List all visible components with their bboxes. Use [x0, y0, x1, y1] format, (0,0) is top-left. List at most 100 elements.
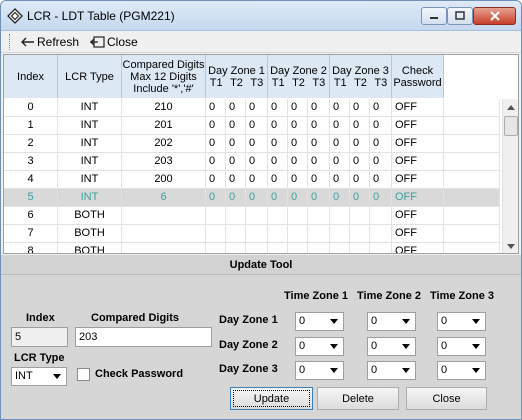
table-row[interactable]: 7 BOTH OFF — [4, 225, 500, 243]
toolbar-close-button[interactable]: Close — [89, 34, 138, 50]
cell-zone-value[interactable]: 0 — [206, 153, 226, 171]
cell-zone-value[interactable] — [288, 225, 308, 243]
cell-zone-value[interactable]: 0 — [246, 99, 268, 117]
cell-empty[interactable] — [444, 117, 500, 135]
cell-zone-value[interactable]: 0 — [268, 189, 288, 207]
cell-zone-value[interactable]: 0 — [246, 153, 268, 171]
cell-empty[interactable] — [444, 135, 500, 153]
cell-zone-value[interactable]: 0 — [330, 189, 350, 207]
cell-index[interactable]: 0 — [4, 99, 58, 117]
cell-zone-value[interactable]: 0 — [330, 135, 350, 153]
cell-zone-value[interactable] — [246, 225, 268, 243]
cell-zone-value[interactable]: 0 — [268, 135, 288, 153]
cell-lcr-type[interactable]: INT — [58, 153, 122, 171]
table-row[interactable]: 3 INT 203 0 0 0 0 0 0 0 0 0 OFF — [4, 153, 500, 171]
cell-zone-value[interactable]: 0 — [308, 117, 330, 135]
cell-index[interactable]: 4 — [4, 171, 58, 189]
cell-zone-value[interactable]: 0 — [288, 99, 308, 117]
cell-check-password[interactable]: OFF — [392, 117, 444, 135]
cell-zone-value[interactable]: 0 — [330, 99, 350, 117]
scroll-up-button[interactable] — [503, 99, 518, 115]
cell-zone-value[interactable]: 0 — [226, 189, 246, 207]
minimize-button[interactable] — [421, 7, 447, 25]
cell-index[interactable]: 3 — [4, 153, 58, 171]
cell-empty[interactable] — [444, 153, 500, 171]
cell-lcr-type[interactable]: INT — [58, 99, 122, 117]
cell-index[interactable]: 5 — [4, 189, 58, 207]
day-zone-2-time-zone-2-select[interactable]: 0 — [367, 337, 416, 356]
index-field[interactable]: 5 — [11, 327, 68, 347]
cell-compared-digits[interactable]: 202 — [122, 135, 206, 153]
cell-zone-value[interactable] — [268, 243, 288, 253]
cell-compared-digits[interactable]: 201 — [122, 117, 206, 135]
day-zone-3-time-zone-3-select[interactable]: 0 — [437, 361, 486, 380]
cell-zone-value[interactable]: 0 — [330, 117, 350, 135]
cell-zone-value[interactable] — [330, 207, 350, 225]
cell-index[interactable]: 7 — [4, 225, 58, 243]
compared-digits-field[interactable]: 203 — [75, 327, 212, 347]
delete-button[interactable]: Delete — [317, 387, 399, 410]
cell-zone-value[interactable]: 0 — [330, 171, 350, 189]
cell-zone-value[interactable] — [350, 243, 370, 253]
cell-zone-value[interactable] — [206, 225, 226, 243]
cell-zone-value[interactable]: 0 — [330, 153, 350, 171]
close-button[interactable]: Close — [406, 387, 487, 410]
cell-zone-value[interactable]: 0 — [226, 135, 246, 153]
cell-zone-value[interactable] — [226, 207, 246, 225]
cell-zone-value[interactable] — [246, 207, 268, 225]
cell-lcr-type[interactable]: INT — [58, 171, 122, 189]
cell-index[interactable]: 2 — [4, 135, 58, 153]
cell-index[interactable]: 1 — [4, 117, 58, 135]
lcr-table[interactable]: Index LCR Type Compared Digits Max 12 Di… — [3, 54, 519, 254]
cell-zone-value[interactable]: 0 — [246, 189, 268, 207]
cell-zone-value[interactable] — [268, 225, 288, 243]
cell-check-password[interactable]: OFF — [392, 207, 444, 225]
cell-zone-value[interactable]: 0 — [246, 117, 268, 135]
cell-zone-value[interactable]: 0 — [268, 153, 288, 171]
cell-check-password[interactable]: OFF — [392, 189, 444, 207]
lcr-type-select[interactable]: INT — [11, 367, 67, 386]
cell-zone-value[interactable] — [288, 243, 308, 253]
day-zone-3-time-zone-2-select[interactable]: 0 — [367, 361, 416, 380]
cell-zone-value[interactable]: 0 — [350, 99, 370, 117]
check-password-checkbox[interactable] — [77, 368, 90, 381]
cell-zone-value[interactable]: 0 — [226, 153, 246, 171]
scroll-thumb[interactable] — [504, 116, 518, 136]
scroll-down-button[interactable] — [503, 238, 518, 253]
table-row[interactable]: 6 BOTH OFF — [4, 207, 500, 225]
cell-zone-value[interactable]: 0 — [206, 189, 226, 207]
cell-zone-value[interactable]: 0 — [268, 171, 288, 189]
cell-compared-digits[interactable]: 210 — [122, 99, 206, 117]
cell-zone-value[interactable] — [288, 207, 308, 225]
cell-lcr-type[interactable]: INT — [58, 135, 122, 153]
cell-zone-value[interactable]: 0 — [308, 189, 330, 207]
refresh-button[interactable]: Refresh — [19, 34, 79, 50]
cell-zone-value[interactable]: 0 — [370, 171, 392, 189]
cell-compared-digits[interactable] — [122, 225, 206, 243]
cell-zone-value[interactable]: 0 — [288, 117, 308, 135]
cell-check-password[interactable]: OFF — [392, 99, 444, 117]
cell-lcr-type[interactable]: BOTH — [58, 243, 122, 253]
cell-lcr-type[interactable]: INT — [58, 189, 122, 207]
table-row[interactable]: 8 BOTH OFF — [4, 243, 500, 253]
cell-zone-value[interactable]: 0 — [370, 153, 392, 171]
cell-zone-value[interactable]: 0 — [350, 153, 370, 171]
cell-zone-value[interactable]: 0 — [370, 99, 392, 117]
cell-zone-value[interactable] — [206, 207, 226, 225]
cell-zone-value[interactable] — [226, 243, 246, 253]
table-row[interactable]: 2 INT 202 0 0 0 0 0 0 0 0 0 OFF — [4, 135, 500, 153]
table-row[interactable]: 4 INT 200 0 0 0 0 0 0 0 0 0 OFF — [4, 171, 500, 189]
table-row[interactable]: 5 INT 6 0 0 0 0 0 0 0 0 0 OFF — [4, 189, 500, 207]
cell-zone-value[interactable]: 0 — [308, 153, 330, 171]
cell-zone-value[interactable]: 0 — [350, 171, 370, 189]
cell-lcr-type[interactable]: INT — [58, 117, 122, 135]
cell-empty[interactable] — [444, 225, 500, 243]
cell-compared-digits[interactable]: 6 — [122, 189, 206, 207]
day-zone-3-time-zone-1-select[interactable]: 0 — [295, 361, 344, 380]
cell-zone-value[interactable]: 0 — [370, 117, 392, 135]
cell-zone-value[interactable]: 0 — [226, 171, 246, 189]
cell-empty[interactable] — [444, 243, 500, 253]
table-row[interactable]: 0 INT 210 0 0 0 0 0 0 0 0 0 OFF — [4, 99, 500, 117]
cell-zone-value[interactable] — [350, 225, 370, 243]
cell-compared-digits[interactable] — [122, 207, 206, 225]
